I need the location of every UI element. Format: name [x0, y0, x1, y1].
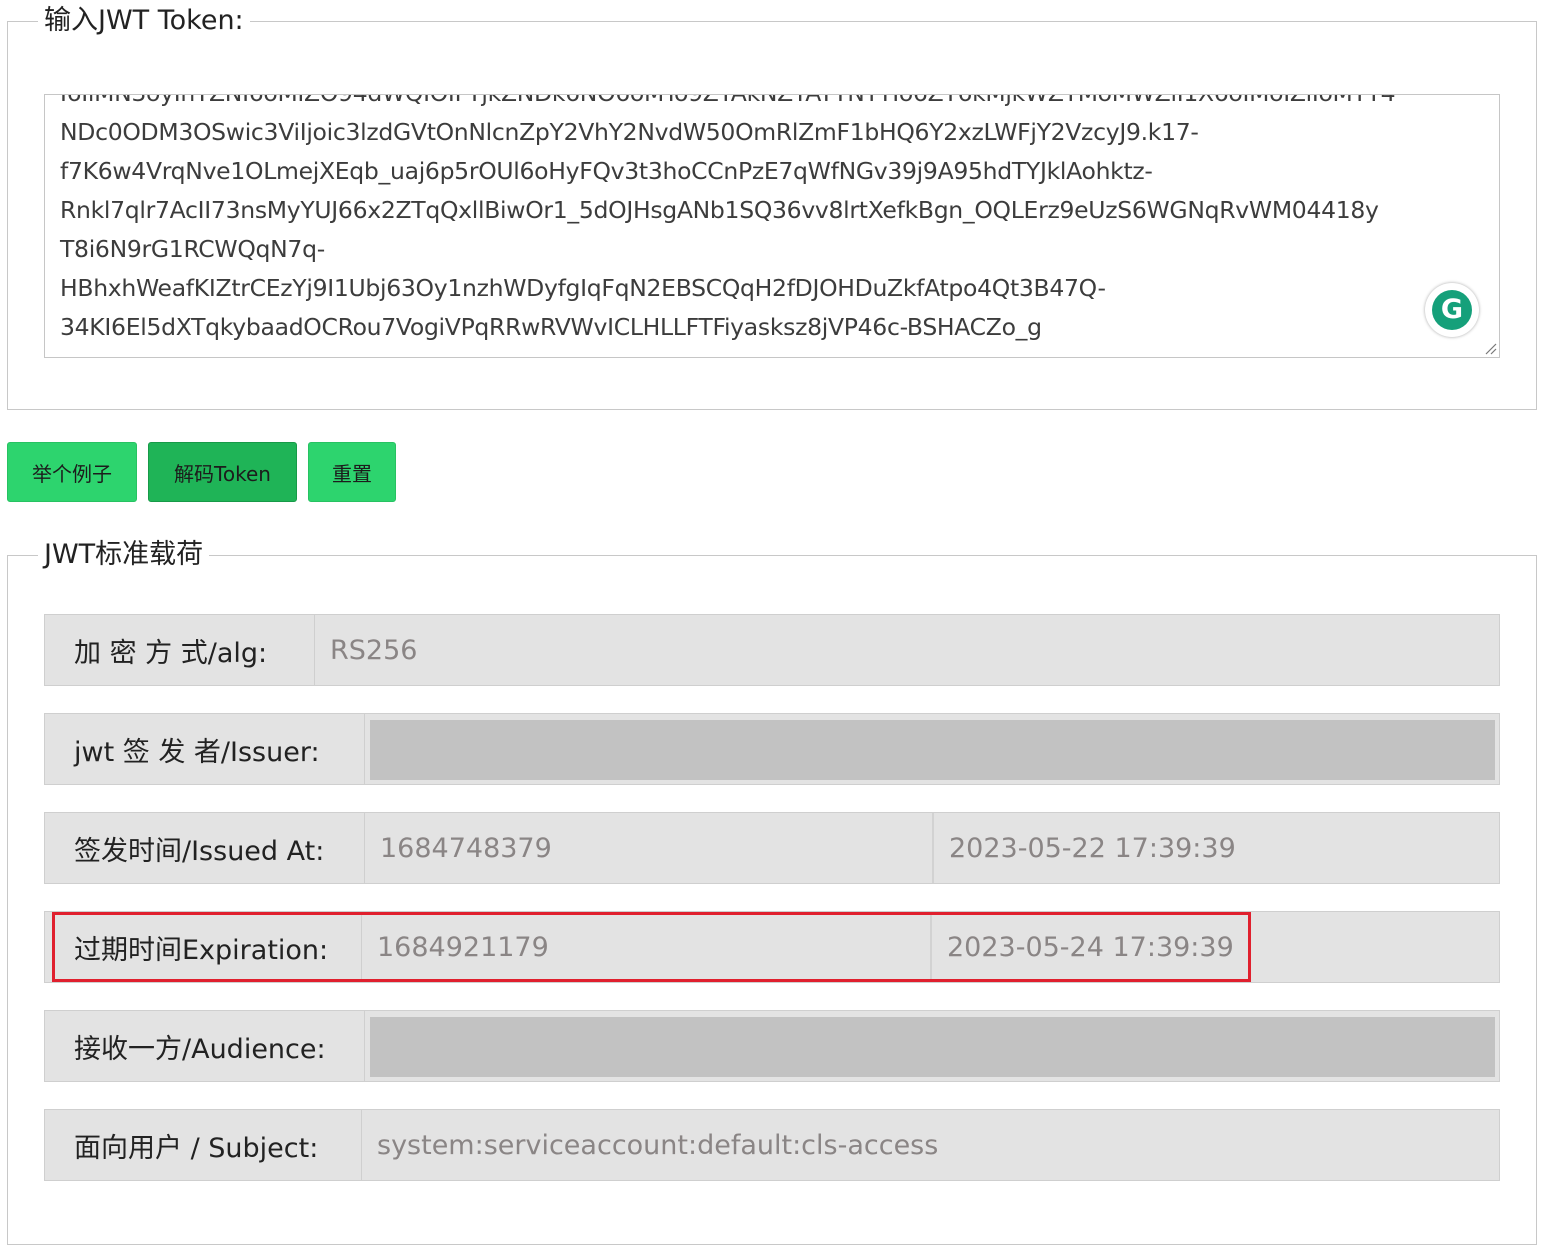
audience-redacted-block — [370, 1017, 1495, 1077]
expiration-label: 过期时间Expiration: — [45, 912, 362, 982]
decode-token-button[interactable]: 解码Token — [148, 442, 297, 502]
issuer-label: jwt 签 发 者/Issuer: — [45, 714, 365, 784]
reset-button[interactable]: 重置 — [308, 442, 396, 502]
issued-at-row: 签发时间/Issued At: 1684748379 2023-05-22 17… — [44, 812, 1500, 884]
subject-field[interactable]: system:serviceaccount:default:cls-access — [362, 1110, 1499, 1180]
expiration-row: 过期时间Expiration: 1684921179 2023-05-24 17… — [44, 911, 1500, 983]
grammarly-glyph: G — [1432, 290, 1472, 330]
token-line: 34KI6El5dXTqkybaadOCRou7VogiVPqRRwRVWvIC… — [60, 313, 1042, 341]
expiration-timestamp-field[interactable]: 1684921179 — [362, 912, 932, 982]
audience-row: 接收一方/Audience: — [44, 1010, 1500, 1082]
issuer-row: jwt 签 发 者/Issuer: — [44, 713, 1500, 785]
issued-at-label: 签发时间/Issued At: — [45, 813, 365, 883]
issued-at-datetime-field[interactable]: 2023-05-22 17:39:39 — [934, 813, 1499, 883]
subject-row: 面向用户 / Subject: system:serviceaccount:de… — [44, 1109, 1500, 1181]
token-line: T8i6N9rG1RCWQqN7q- — [60, 235, 325, 263]
issued-at-timestamp-field[interactable]: 1684748379 — [365, 813, 934, 883]
subject-label: 面向用户 / Subject: — [45, 1110, 362, 1180]
token-line: HBhxhWeafKIZtrCEzYj9I1Ubj63Oy1nzhWDyfgIq… — [60, 274, 1106, 302]
grammarly-icon[interactable]: G — [1425, 283, 1479, 337]
example-button[interactable]: 举个例子 — [7, 442, 137, 502]
token-line: f7K6w4VrqNve1OLmejXEqb_uaj6p5rOUl6oHyFQv… — [60, 157, 1153, 185]
token-section-legend: 输入JWT Token: — [44, 5, 244, 36]
expiration-datetime-field[interactable]: 2023-05-24 17:39:39 — [932, 912, 1499, 982]
token-text: I6IlMN3oyInTZNI6oMIZO94dWQIOIFTjkZNDk6NO… — [60, 95, 1490, 347]
alg-label: 加 密 方 式/alg: — [45, 615, 315, 685]
token-line: I6IlMN3oyInTZNI6oMIZO94dWQIOIFTjkZNDk6NO… — [60, 95, 1490, 113]
token-line: NDc0ODM3OSwic3ViIjoic3lzdGVtOnNlcnZpY2Vh… — [60, 118, 1199, 146]
resize-handle-icon[interactable] — [1483, 341, 1497, 355]
audience-label: 接收一方/Audience: — [45, 1011, 365, 1081]
alg-row: 加 密 方 式/alg: RS256 — [44, 614, 1500, 686]
payload-section-legend: JWT标准载荷 — [44, 539, 204, 570]
issuer-redacted-block — [370, 720, 1495, 780]
token-textarea[interactable]: I6IlMN3oyInTZNI6oMIZO94dWQIOIFTjkZNDk6NO… — [44, 94, 1500, 358]
alg-field[interactable]: RS256 — [315, 615, 1499, 685]
token-line: Rnkl7qlr7AcII73nsMyYUJ66x2ZTqQxllBiwOr1_… — [60, 196, 1379, 224]
token-input-section: 输入JWT Token: I6IlMN3oyInTZNI6oMIZO94dWQI… — [7, 6, 1537, 410]
